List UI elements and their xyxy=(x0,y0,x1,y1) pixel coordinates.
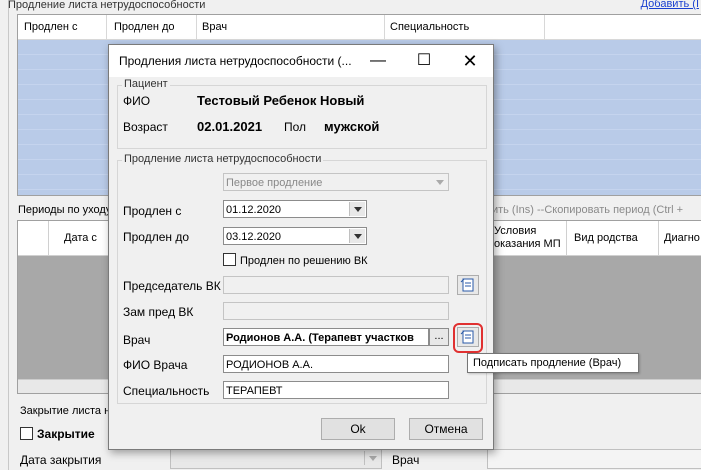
vk-deputy-field[interactable] xyxy=(223,302,449,320)
col-diagnosis[interactable]: Диагно xyxy=(664,232,700,244)
chevron-down-icon[interactable] xyxy=(432,175,447,189)
col-relationship[interactable]: Вид родства xyxy=(574,232,638,244)
tooltip: Подписать продление (Врач) xyxy=(467,353,639,373)
checkbox-box[interactable] xyxy=(20,427,33,440)
vk-decision-label: Продлен по решению ВК xyxy=(240,255,368,267)
care-periods-actions[interactable]: авить (Ins) --Скопировать период (Ctrl + xyxy=(480,204,683,216)
specialty-value: ТЕРАПЕВТ xyxy=(226,385,283,397)
extended-to-date[interactable]: 03.12.2020 xyxy=(223,227,367,245)
close-icon[interactable]: ✕ xyxy=(447,45,493,77)
extended-to-label: Продлен до xyxy=(123,230,190,244)
left-panel-edge xyxy=(0,0,9,470)
closing-checkbox[interactable]: Закрытие xyxy=(20,427,95,441)
age-label: Возраст xyxy=(123,120,168,134)
extensions-grid-header: Продлен с Продлен до Врач Специальность xyxy=(18,15,701,40)
calendar-dropdown-icon[interactable] xyxy=(349,229,365,243)
col-date-from[interactable]: Дата с xyxy=(64,232,97,244)
extension-dialog: Продления листа нетрудоспособности (... … xyxy=(108,44,494,450)
extension-type-value: Первое продление xyxy=(226,177,323,189)
closing-section-title: Закрытие листа н xyxy=(20,405,111,417)
checkbox-box[interactable] xyxy=(223,253,236,266)
cancel-button[interactable]: Отмена xyxy=(409,418,483,440)
extended-to-value: 03.12.2020 xyxy=(226,231,282,243)
doctor-sign-button[interactable] xyxy=(457,327,479,347)
doctor-fio-label: ФИО Врача xyxy=(123,358,188,372)
col-extended-to[interactable]: Продлен до xyxy=(114,21,175,33)
extension-group-label: Продление листа нетрудоспособности xyxy=(122,153,324,165)
col-specialty[interactable]: Специальность xyxy=(390,21,469,33)
maximize-icon[interactable]: ☐ xyxy=(401,45,447,77)
dialog-titlebar[interactable]: Продления листа нетрудоспособности (... … xyxy=(109,45,493,77)
calendar-dropdown-icon[interactable] xyxy=(349,202,365,216)
chevron-down-icon[interactable] xyxy=(364,451,380,465)
col-doctor[interactable]: Врач xyxy=(202,21,227,33)
vk-chair-label: Председатель ВК xyxy=(123,279,221,293)
section-title-extension: Продление листа нетрудоспособности xyxy=(8,0,206,11)
doctor-value: Родионов А.А. (Терапевт участков xyxy=(226,332,414,344)
extended-from-date[interactable]: 01.12.2020 xyxy=(223,200,367,218)
doctor-fio-value: РОДИОНОВ А.А. xyxy=(226,359,314,371)
date-close-field[interactable] xyxy=(170,449,382,469)
age-value: 02.01.2021 xyxy=(197,119,263,134)
vk-chair-sign-button[interactable] xyxy=(457,275,479,295)
doctor-fio-field[interactable]: РОДИОНОВ А.А. xyxy=(223,355,449,373)
specialty-field[interactable]: ТЕРАПЕВТ xyxy=(223,381,449,399)
doctor-field[interactable]: Родионов А.А. (Терапевт участков xyxy=(223,328,429,346)
extended-from-value: 01.12.2020 xyxy=(226,204,282,216)
sign-document-icon xyxy=(460,330,474,344)
vk-deputy-label: Зам пред ВК xyxy=(123,305,194,319)
minimize-icon[interactable]: — xyxy=(355,45,401,77)
ok-button[interactable]: Ok xyxy=(321,418,395,440)
vk-decision-checkbox[interactable]: Продлен по решению ВК xyxy=(223,253,368,267)
doctor-lookup-button[interactable]: ... xyxy=(429,328,449,346)
closing-doctor-field[interactable] xyxy=(487,449,701,469)
fio-label: ФИО xyxy=(123,94,151,108)
doctor-label: Врач xyxy=(123,333,151,347)
fio-value: Тестовый Ребенок Новый xyxy=(197,93,365,108)
closing-doctor-label: Врач xyxy=(392,453,420,467)
sex-label: Пол xyxy=(284,120,307,134)
patient-group-label: Пациент xyxy=(122,78,170,90)
section-title-care-periods: Периоды по уходу xyxy=(18,204,112,216)
extension-type-select[interactable]: Первое продление xyxy=(223,173,449,191)
dialog-title: Продления листа нетрудоспособности (... xyxy=(119,54,352,68)
date-close-label: Дата закрытия xyxy=(20,453,102,467)
extended-from-label: Продлен с xyxy=(123,204,182,218)
sex-value: мужской xyxy=(324,119,380,134)
vk-chair-field[interactable] xyxy=(223,276,449,294)
closing-checkbox-label: Закрытие xyxy=(37,427,95,441)
sign-document-icon xyxy=(460,278,474,292)
specialty-label: Специальность xyxy=(123,384,210,398)
col-extended-from[interactable]: Продлен с xyxy=(24,21,78,33)
add-link[interactable]: Добавить (I xyxy=(641,0,699,10)
